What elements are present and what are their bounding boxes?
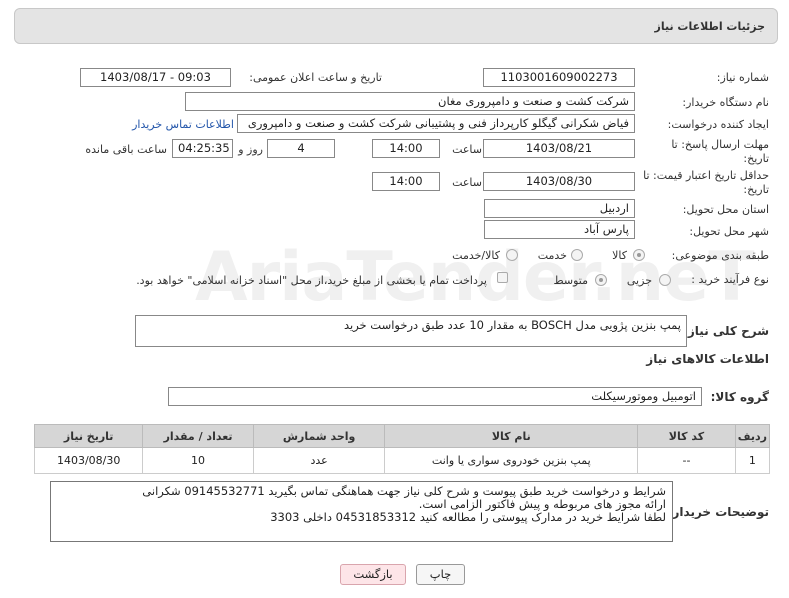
need-number-label: شماره نیاز: (716, 71, 769, 84)
cell-row: 1 (734, 447, 771, 474)
col-row: ردیف (734, 424, 771, 448)
buyer-org-field: شرکت کشت و صنعت و دامپروری مغان (185, 92, 635, 111)
price-validity-label: حداقل تاریخ اعتبار قیمت: تا تاریخ: (643, 169, 769, 196)
city-label: شهر محل تحویل: (689, 225, 769, 238)
price-validity-time-label: ساعت (452, 176, 482, 189)
price-validity-date-field: 1403/08/30 (483, 172, 635, 191)
buyer-org-label: نام دستگاه خریدار: (682, 96, 769, 109)
purchase-type-label: نوع فرآیند خرید : (691, 273, 769, 286)
page-title: جزئیات اطلاعات نیاز (654, 20, 766, 33)
col-code: کد کالا (637, 424, 736, 448)
buyer-notes-label: توضیحات خریدار: (667, 505, 769, 519)
announce-datetime-label: تاریخ و ساعت اعلان عمومی: (249, 71, 382, 84)
purchase-medium-label: متوسط (553, 274, 588, 287)
requester-field: فیاض شکرانی گیگلو کارپرداز فنی و پشتیبان… (237, 114, 635, 133)
purchase-medium-radio[interactable] (595, 274, 607, 286)
goods-table: ردیف کد کالا نام کالا واحد شمارش تعداد /… (33, 424, 771, 474)
general-desc-label: شرح کلی نیاز: (683, 324, 769, 338)
category-goods-label: کالا (612, 249, 627, 262)
cell-date: 1403/08/30 (33, 447, 144, 474)
category-service-label: خدمت (537, 249, 567, 262)
remaining-time-field: 04:25:35 (172, 139, 233, 158)
col-date: تاریخ نیاز (33, 424, 144, 448)
goods-group-field: اتومبیل وموتورسیکلت (168, 387, 702, 406)
response-deadline-label: مهلت ارسال پاسخ: تا تاریخ: (671, 138, 769, 165)
province-field: اردبیل (484, 199, 635, 218)
cell-name: پمپ بنزین خودروی سواری یا وانت (384, 447, 639, 474)
category-goods-service-radio[interactable] (506, 249, 518, 261)
col-unit: واحد شمارش (252, 424, 386, 448)
response-time-label: ساعت (452, 143, 482, 156)
category-service-radio[interactable] (571, 249, 583, 261)
purchase-minor-radio[interactable] (659, 274, 671, 286)
days-label: روز و (238, 143, 263, 156)
price-validity-time-field: 14:00 (372, 172, 440, 191)
remaining-label: ساعت باقی مانده (85, 143, 167, 156)
response-date-field: 1403/08/21 (483, 139, 635, 158)
table-header-row: ردیف کد کالا نام کالا واحد شمارش تعداد /… (33, 424, 771, 448)
buyer-contact-link[interactable]: اطلاعات تماس خریدار (132, 118, 234, 131)
province-label: استان محل تحویل: (682, 203, 769, 216)
col-qty: تعداد / مقدار (142, 424, 254, 448)
announce-datetime-field: 1403/08/17 - 09:03 (80, 68, 231, 87)
general-desc-field: پمپ بنزین پژویی مدل BOSCH به مقدار 10 عد… (135, 315, 687, 347)
requester-label: ایجاد کننده درخواست: (667, 118, 769, 131)
table-row: 1 -- پمپ بنزین خودروی سواری یا وانت عدد … (33, 447, 771, 474)
category-label: طبقه بندی موضوعی: (671, 249, 769, 262)
goods-info-heading: اطلاعات کالاهای نیاز (646, 352, 769, 366)
cell-qty: 10 (142, 447, 254, 474)
cell-unit: عدد (252, 447, 386, 474)
cell-code: -- (637, 447, 736, 474)
category-goods-radio[interactable] (633, 249, 645, 261)
category-goods-service-label: کالا/خدمت (452, 249, 500, 262)
back-button[interactable]: بازگشت (340, 564, 406, 585)
city-field: پارس آباد (484, 220, 635, 239)
print-button[interactable]: چاپ (416, 564, 465, 585)
buyer-notes-field: شرایط و درخواست خرید طبق پیوست و شرح کلی… (50, 481, 673, 542)
need-number-field: 1103001609002273 (483, 68, 635, 87)
treasury-payment-note: پرداخت تمام یا بخشی از مبلغ خرید،از محل … (136, 274, 487, 287)
goods-group-label: گروه کالا: (710, 390, 769, 404)
treasury-payment-checkbox[interactable] (497, 272, 508, 283)
purchase-minor-label: جزیی (626, 274, 652, 287)
col-name: نام کالا (384, 424, 639, 448)
header-panel: جزئیات اطلاعات نیاز (14, 8, 778, 44)
response-time-field: 14:00 (372, 139, 440, 158)
days-field: 4 (267, 139, 335, 158)
